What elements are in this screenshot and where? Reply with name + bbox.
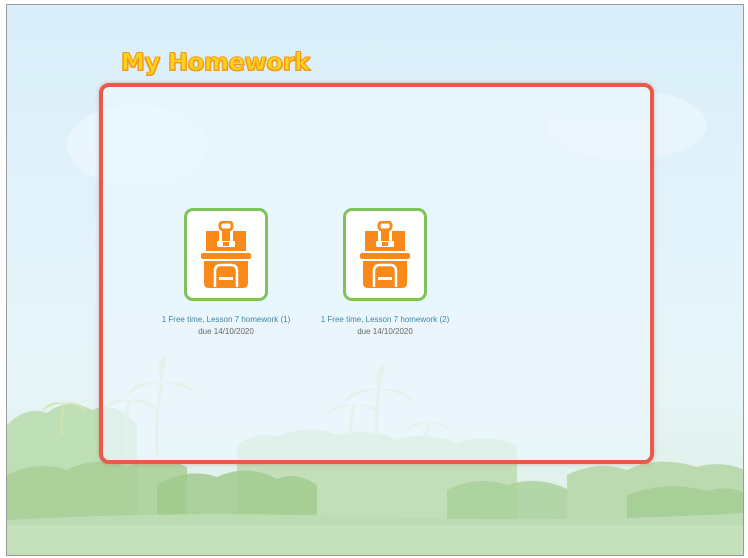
homework-tile-button[interactable] (184, 208, 268, 301)
homework-tile-button[interactable] (343, 208, 427, 301)
homework-title-link[interactable]: 1 Free time, Lesson 7 homework (1) (146, 315, 306, 324)
app-frame: My Homework 1 Free time, Lesson 7 homewo… (6, 4, 744, 556)
homework-due-date: due 14/10/2020 (357, 327, 413, 336)
homework-item[interactable]: 1 Free time, Lesson 7 homework (1) due 1… (146, 208, 306, 336)
homework-title-link[interactable]: 1 Free time, Lesson 7 homework (2) (305, 315, 465, 324)
homework-panel: 1 Free time, Lesson 7 homework (1) due 1… (99, 83, 654, 464)
page-title: My Homework (121, 48, 311, 77)
homework-due-date: due 14/10/2020 (198, 327, 254, 336)
backpack-icon (201, 220, 251, 288)
backpack-icon (360, 220, 410, 288)
homework-item[interactable]: 1 Free time, Lesson 7 homework (2) due 1… (305, 208, 465, 336)
